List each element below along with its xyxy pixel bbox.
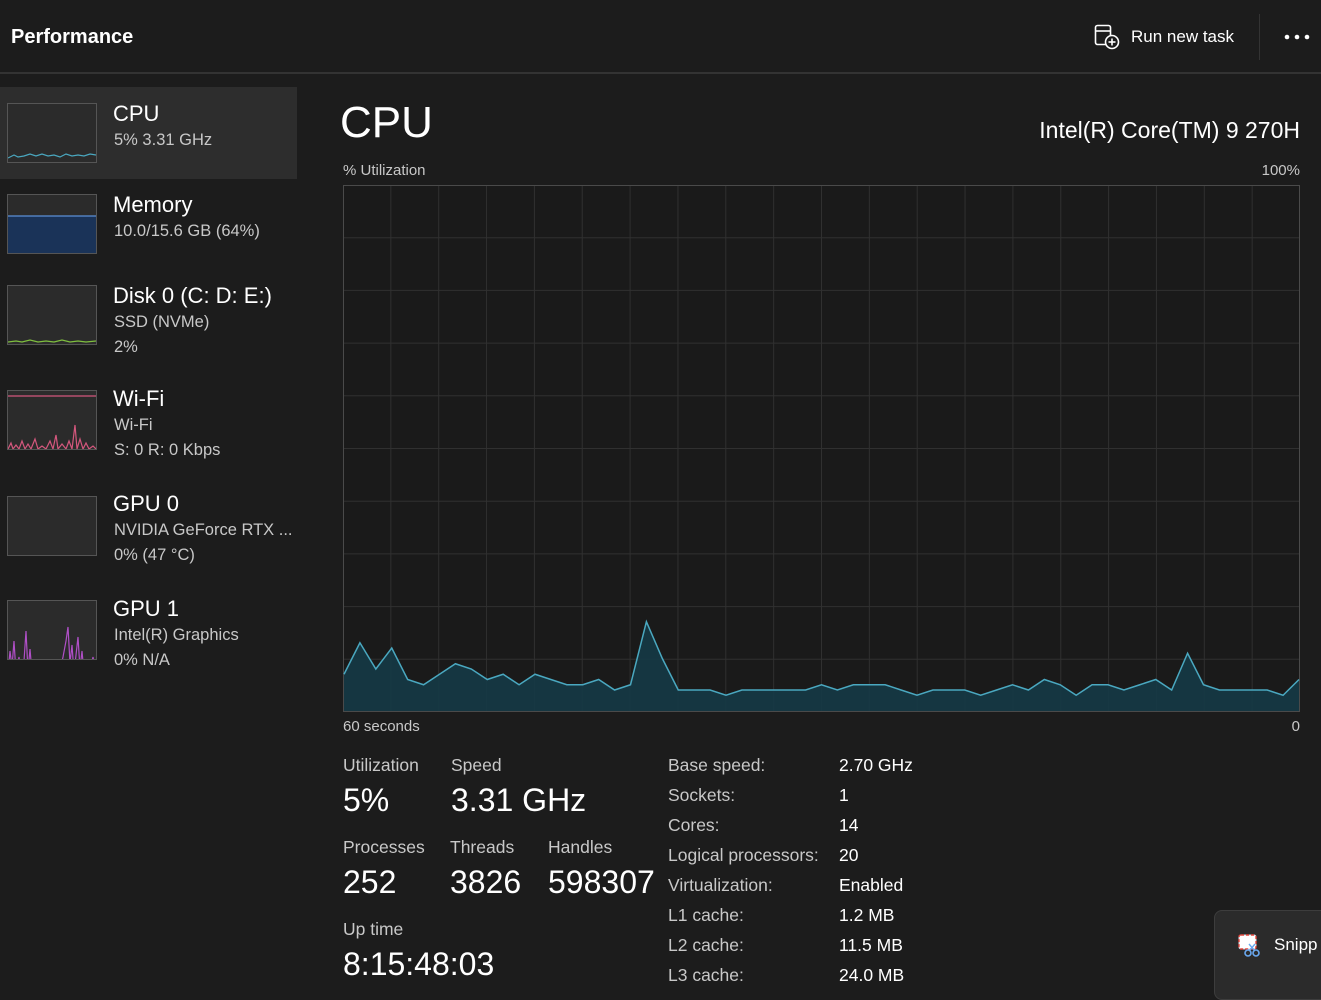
- snipping-tool-label: Snipp: [1274, 935, 1318, 954]
- snipping-tool-toast[interactable]: Snipp: [1214, 910, 1321, 1000]
- graph-y-axis-label: % Utilization: [343, 162, 426, 179]
- threads-value: 3826: [450, 864, 522, 900]
- sidebar-item-wifi[interactable]: Wi-Fi Wi-Fi S: 0 R: 0 Kbps: [0, 374, 297, 466]
- run-new-task-icon: [1094, 24, 1120, 50]
- threads-label: Threads: [450, 837, 515, 857]
- wifi-thumbnail-line: [8, 424, 96, 449]
- header-divider: [1259, 14, 1260, 60]
- utilization-label: Utilization: [343, 755, 419, 775]
- more-horizontal-icon: [1284, 34, 1310, 40]
- more-options-button[interactable]: [1280, 22, 1314, 52]
- memory-usage-fill: [8, 216, 96, 253]
- header: Performance Run new task: [0, 0, 1321, 74]
- virtualization-value: Enabled: [839, 875, 904, 895]
- main-title: CPU: [340, 98, 433, 147]
- sidebar-item-detail-2: S: 0 R: 0 Kbps: [114, 441, 221, 459]
- sidebar-item-memory[interactable]: Memory 10.0/15.6 GB (64%): [0, 178, 297, 270]
- page-title: Performance: [11, 26, 134, 48]
- sidebar-item-name: Memory: [113, 192, 193, 217]
- snipping-tool-icon: [1238, 934, 1260, 957]
- gpu0-thumbnail-graph: [7, 496, 97, 556]
- l2-cache-value: 11.5 MB: [839, 935, 903, 955]
- uptime-label: Up time: [343, 919, 404, 939]
- sidebar-item-detail-2: 0% (47 °C): [114, 546, 195, 564]
- logical-processors-label: Logical processors:: [668, 845, 819, 865]
- sidebar-item-name: CPU: [113, 101, 160, 126]
- virtualization-label: Virtualization:: [668, 875, 773, 895]
- sidebar-item-detail: Intel(R) Graphics: [114, 626, 239, 644]
- base-speed-value: 2.70 GHz: [839, 755, 913, 775]
- sidebar-item-gpu-0[interactable]: GPU 0 NVIDIA GeForce RTX ... 0% (47 °C): [0, 479, 297, 571]
- cpu-utilization-graph: [343, 185, 1300, 712]
- memory-thumbnail-graph: [7, 194, 97, 254]
- sidebar-item-name: Wi-Fi: [113, 386, 165, 411]
- l3-cache-label: L3 cache:: [668, 965, 744, 985]
- cpu-model-name: Intel(R) Core(TM) 9 270H: [1039, 117, 1300, 143]
- processes-value: 252: [343, 864, 397, 900]
- graph-min-label: 0: [1291, 718, 1300, 735]
- cpu-thumbnail-graph: [7, 103, 97, 163]
- cpu-thumbnail-line: [8, 153, 96, 159]
- handles-value: 598307: [548, 864, 655, 900]
- sidebar-item-detail: NVIDIA GeForce RTX ...: [114, 521, 293, 539]
- processes-label: Processes: [343, 837, 425, 857]
- sidebar-item-detail-2: 0% N/A: [114, 651, 170, 669]
- l1-cache-value: 1.2 MB: [839, 905, 895, 925]
- sidebar-item-name: Disk 0 (C: D: E:): [113, 283, 272, 308]
- sidebar-item-detail: Wi-Fi: [114, 416, 153, 434]
- sockets-label: Sockets:: [668, 785, 736, 805]
- speed-value: 3.31 GHz: [451, 782, 587, 818]
- disk-thumbnail-line: [8, 339, 96, 343]
- cores-value: 14: [839, 815, 859, 835]
- gpu1-thumbnail-line: [8, 626, 94, 659]
- l1-cache-label: L1 cache:: [668, 905, 744, 925]
- sidebar-item-cpu[interactable]: CPU 5% 3.31 GHz: [0, 87, 297, 179]
- disk-thumbnail-graph: [7, 285, 97, 345]
- sidebar-item-gpu-1[interactable]: GPU 1 Intel(R) Graphics 0% N/A: [0, 584, 297, 676]
- sidebar-item-detail: 10.0/15.6 GB (64%): [114, 222, 260, 240]
- handles-label: Handles: [548, 837, 613, 857]
- graph-max-label: 100%: [1261, 162, 1300, 179]
- l3-cache-value: 24.0 MB: [839, 965, 905, 985]
- run-new-task-label: Run new task: [1131, 27, 1234, 46]
- sidebar-item-detail: SSD (NVMe): [114, 313, 210, 331]
- speed-label: Speed: [451, 755, 502, 775]
- logical-processors-value: 20: [839, 845, 859, 865]
- wifi-thumbnail-graph: [7, 390, 97, 450]
- sidebar-item-detail-2: 2%: [114, 338, 138, 356]
- sockets-value: 1: [839, 785, 849, 805]
- sidebar-item-name: GPU 1: [113, 596, 180, 621]
- sidebar-item-detail: 5% 3.31 GHz: [114, 131, 213, 149]
- sidebar-item-disk-0[interactable]: Disk 0 (C: D: E:) SSD (NVMe) 2%: [0, 269, 297, 361]
- sidebar-item-name: GPU 0: [113, 491, 180, 516]
- gpu1-thumbnail-graph: [7, 600, 97, 660]
- utilization-value: 5%: [343, 782, 390, 818]
- graph-time-span-label: 60 seconds: [343, 718, 420, 735]
- base-speed-label: Base speed:: [668, 755, 766, 775]
- cores-label: Cores:: [668, 815, 720, 835]
- l2-cache-label: L2 cache:: [668, 935, 744, 955]
- run-new-task-button[interactable]: Run new task: [1094, 24, 1234, 50]
- uptime-value: 8:15:48:03: [343, 946, 495, 982]
